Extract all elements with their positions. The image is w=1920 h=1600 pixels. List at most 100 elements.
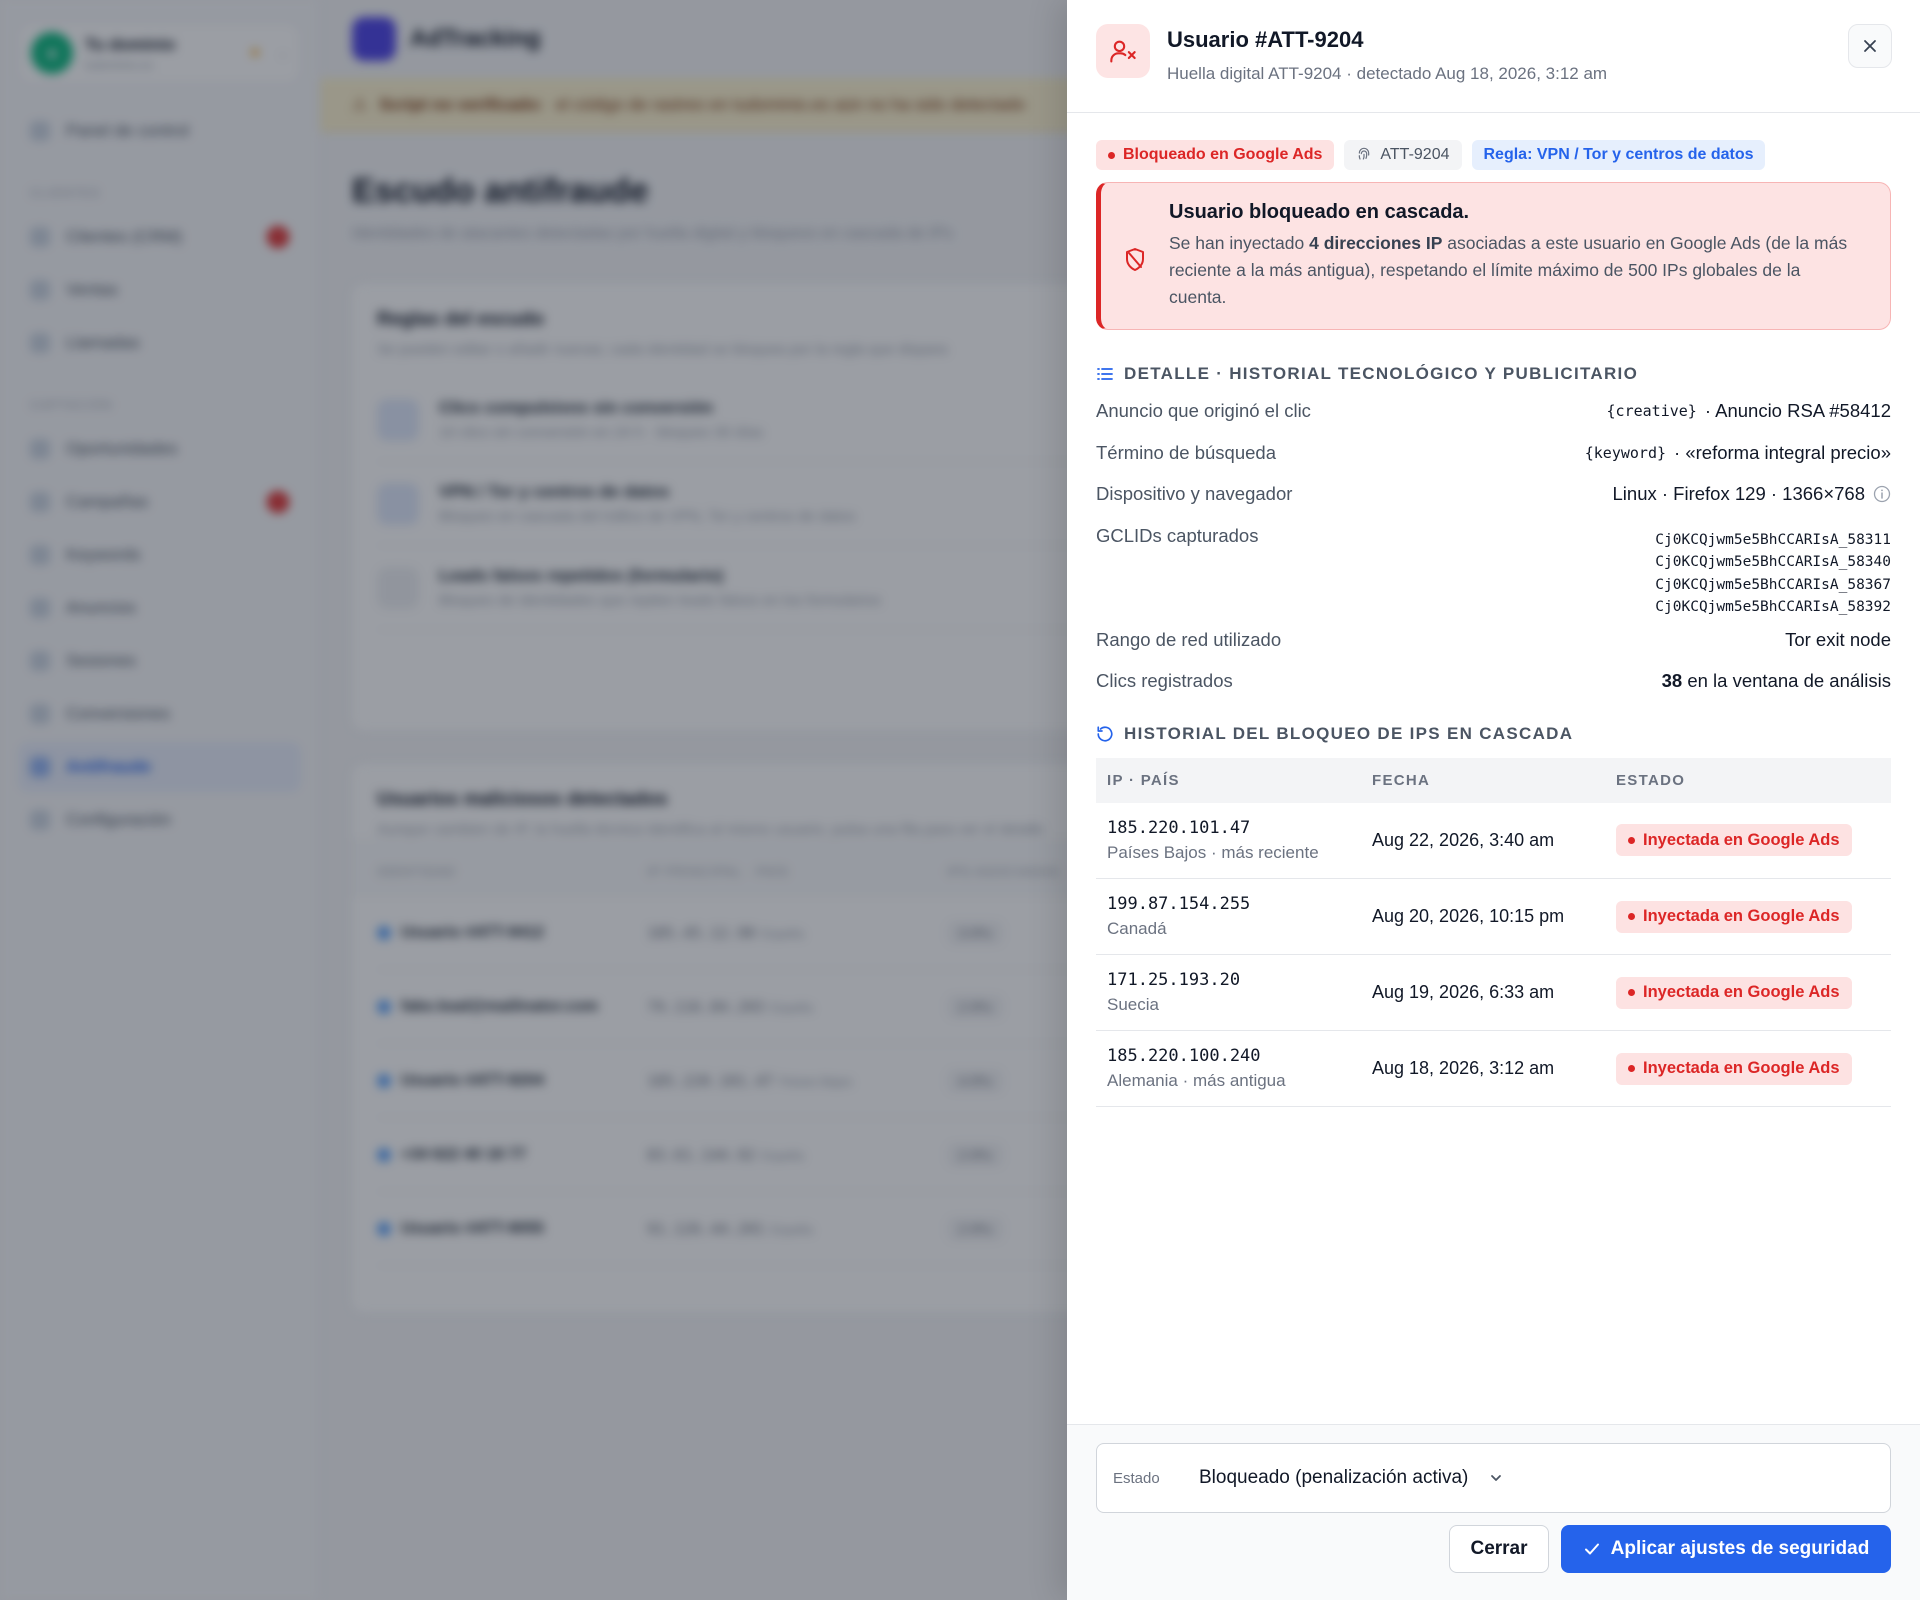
detail-label: GCLIDs capturados (1096, 524, 1259, 546)
keyword-placeholder-code: {keyword} (1584, 443, 1667, 462)
rule-badge: Regla: VPN / Tor y centros de datos (1471, 140, 1766, 170)
ip-country: Países Bajos · más reciente (1107, 842, 1319, 862)
clicks-value: 38 en la ventana de análisis (1662, 670, 1891, 692)
footer-actions: Cerrar Aplicar ajustes de seguridad (1096, 1525, 1891, 1573)
ip-country: Suecia (1107, 995, 1159, 1014)
close-button[interactable] (1848, 24, 1892, 68)
clicks-count: 38 (1661, 670, 1683, 691)
block-date: Aug 18, 2026, 3:12 am (1361, 1030, 1605, 1107)
fingerprint-badge: ATT-9204 (1344, 140, 1462, 170)
status-label: Inyectada en Google Ads (1643, 1059, 1840, 1077)
state-select[interactable]: Estado Bloqueado (penalización activa) (1096, 1443, 1891, 1513)
check-icon (1584, 1543, 1599, 1555)
list-icon (1097, 368, 1113, 380)
detail-label: Término de búsqueda (1096, 441, 1276, 463)
apply-security-settings-button[interactable]: Aplicar ajustes de seguridad (1561, 1525, 1891, 1573)
detail-label: Anuncio que originó el clic (1096, 400, 1311, 421)
column-header-status: ESTADO (1605, 757, 1891, 803)
status-dot-icon (1628, 913, 1635, 920)
network-value: Tor exit node (1785, 628, 1891, 650)
ip-address: 171.25.193.20 (1107, 970, 1241, 990)
fingerprint-icon (1359, 147, 1370, 160)
ip-address: 199.87.154.255 (1107, 894, 1251, 914)
cancel-button[interactable]: Cerrar (1449, 1525, 1549, 1573)
chevron-down-icon (1491, 1475, 1502, 1481)
state-select-value: Bloqueado (penalización activa) (1199, 1467, 1469, 1488)
history-section-heading: HISTORIAL DEL BLOQUEO DE IPS EN CASCADA (1096, 724, 1891, 744)
apply-button-label: Aplicar ajustes de seguridad (1610, 1538, 1870, 1559)
column-header-date: FECHA (1361, 757, 1605, 803)
shield-off-icon (1126, 248, 1144, 271)
ad-placeholder-code: {creative} (1606, 402, 1697, 420)
ad-value: · Anuncio RSA #58412 (1704, 400, 1891, 421)
info-icon[interactable] (1873, 485, 1891, 503)
table-row: 171.25.193.20 Suecia Aug 19, 2026, 6:33 a… (1096, 954, 1891, 1031)
drawer-title: Usuario #ATT-9204 (1167, 27, 1364, 52)
table-row: 185.220.101.47 Países Bajos · más recient… (1096, 802, 1891, 879)
alert-text: Se han inyectado 4 direcciones IP asocia… (1169, 230, 1862, 311)
term-value: · «reforma integral precio» (1674, 441, 1891, 463)
user-detail-drawer: Usuario #ATT-9204 Huella digital ATT-920… (1067, 0, 1920, 1600)
status-label: Inyectada en Google Ads (1643, 907, 1840, 925)
status-dot-icon (1628, 989, 1635, 996)
table-header-row: IP · PAÍS FECHA ESTADO (1096, 757, 1891, 803)
block-date: Aug 22, 2026, 3:40 am (1361, 802, 1605, 879)
detail-row-device: Dispositivo y navegador Linux · Firefox … (1096, 473, 1891, 515)
detail-row-term: Término de búsqueda {keyword} · «reforma … (1096, 432, 1891, 474)
status-label: Inyectada en Google Ads (1643, 830, 1840, 849)
ip-address: 185.220.100.240 (1107, 1046, 1261, 1066)
status-dot-icon (1628, 1065, 1635, 1072)
section-title: HISTORIAL DEL BLOQUEO DE IPS EN CASCADA (1124, 723, 1574, 743)
gclid-list: Cj0KCQjwm5e5BhCCARIsA_58311 Cj0KCQjwm5e5… (1655, 525, 1891, 619)
blocked-badge-label: Bloqueado en Google Ads (1123, 146, 1323, 163)
status-dot-icon (1108, 151, 1115, 159)
column-header-ip: IP · PAÍS (1096, 757, 1361, 803)
status-chips: Bloqueado en Google Ads ATT-9204 Regla: … (1096, 140, 1891, 170)
blocked-badge: Bloqueado en Google Ads (1096, 140, 1335, 170)
cascade-block-alert: Usuario bloqueado en cascada. Se han iny… (1096, 182, 1891, 330)
detail-row-clicks: Clics registrados 38 en la ventana de an… (1096, 660, 1891, 702)
block-date: Aug 20, 2026, 10:15 pm (1361, 878, 1605, 955)
gclid-item: Cj0KCQjwm5e5BhCCARIsA_58367 (1655, 576, 1891, 593)
status-badge: Inyectada en Google Ads (1616, 824, 1852, 857)
block-date: Aug 19, 2026, 6:33 am (1361, 954, 1605, 1031)
status-label: Inyectada en Google Ads (1643, 983, 1840, 1001)
history-icon (1097, 725, 1113, 742)
gclid-item: Cj0KCQjwm5e5BhCCARIsA_58392 (1655, 599, 1891, 615)
drawer-header: Usuario #ATT-9204 Huella digital ATT-920… (1067, 0, 1920, 113)
drawer-footer: Estado Bloqueado (penalización activa) C… (1067, 1424, 1920, 1600)
status-badge: Inyectada en Google Ads (1616, 900, 1852, 933)
gclid-item: Cj0KCQjwm5e5BhCCARIsA_58340 (1655, 554, 1891, 570)
close-icon (1864, 40, 1876, 52)
alert-text-part: Se han inyectado (1169, 233, 1310, 253)
status-badge: Inyectada en Google Ads (1616, 976, 1852, 1009)
fingerprint-badge-label: ATT-9204 (1380, 146, 1450, 163)
detail-row-ad: Anuncio que originó el clic {creative} · … (1096, 390, 1891, 432)
alert-text-bold: 4 direcciones IP (1309, 233, 1443, 253)
state-select-label: Estado (1113, 1469, 1160, 1487)
table-row: 185.220.100.240 Alemania · más antigua Au… (1096, 1030, 1891, 1107)
detail-label: Clics registrados (1096, 670, 1233, 691)
user-blocked-icon (1096, 24, 1150, 78)
detail-section-heading: DETALLE · HISTORIAL TECNOLÓGICO Y PUBLIC… (1096, 364, 1891, 384)
detail-label: Dispositivo y navegador (1096, 483, 1293, 504)
gclid-item: Cj0KCQjwm5e5BhCCARIsA_58311 (1655, 531, 1891, 548)
section-title: DETALLE · HISTORIAL TECNOLÓGICO Y PUBLIC… (1124, 364, 1639, 383)
detail-list: Anuncio que originó el clic {creative} · … (1096, 390, 1891, 702)
ip-country: Canadá (1107, 919, 1167, 938)
drawer-subtitle: Huella digital ATT-9204 · detectado Aug … (1167, 64, 1608, 83)
rule-badge-label: Regla: VPN / Tor y centros de datos (1483, 146, 1754, 163)
ip-history-table: IP · PAÍS FECHA ESTADO 185.220.101.47 Paí… (1096, 757, 1891, 1107)
alert-title: Usuario bloqueado en cascada. (1169, 201, 1470, 223)
status-dot-icon (1628, 836, 1635, 844)
device-value: Linux · Firefox 129 · 1366×768 (1612, 483, 1865, 504)
ip-country: Alemania · más antigua (1107, 1071, 1286, 1090)
detail-label: Rango de red utilizado (1096, 628, 1282, 650)
ip-address: 185.220.101.47 (1107, 817, 1251, 838)
detail-row-network: Rango de red utilizado Tor exit node (1096, 619, 1891, 661)
table-row: 199.87.154.255 Canadá Aug 20, 2026, 10:15… (1096, 878, 1891, 955)
drawer-body: Bloqueado en Google Ads ATT-9204 Regla: … (1067, 113, 1920, 1424)
detail-row-gclids: GCLIDs capturados Cj0KCQjwm5e5BhCCARIsA_… (1096, 515, 1891, 619)
clicks-suffix: en la ventana de análisis (1682, 670, 1891, 691)
status-badge: Inyectada en Google Ads (1616, 1052, 1852, 1085)
